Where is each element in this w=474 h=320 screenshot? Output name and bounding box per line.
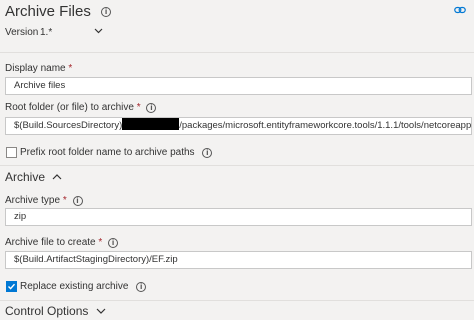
required-mark: * <box>62 195 67 206</box>
control-options-header[interactable]: Control Options <box>5 304 106 318</box>
archive-type-value: zip <box>14 211 27 222</box>
info-icon[interactable]: i <box>202 148 213 158</box>
chevron-up-icon[interactable] <box>52 173 62 181</box>
redacted-block <box>122 118 180 130</box>
archive-type-label: Archive type <box>5 195 61 206</box>
info-icon[interactable]: i <box>101 7 112 17</box>
info-icon[interactable]: i <box>72 196 83 206</box>
archive-type-label-row: Archive type * i <box>5 195 83 206</box>
archive-file-label: Archive file to create <box>5 237 96 248</box>
required-mark: * <box>68 63 73 74</box>
divider <box>0 300 474 301</box>
prefix-root-label-row: Prefix root folder name to archive paths… <box>20 147 213 158</box>
required-mark: * <box>136 102 141 113</box>
task-title: Archive Files <box>5 3 91 20</box>
replace-existing-label: Replace existing archive <box>20 281 129 292</box>
chevron-down-icon[interactable] <box>96 307 106 315</box>
task-title-row: Archive Files i <box>5 3 112 20</box>
info-icon[interactable]: i <box>146 103 157 113</box>
prefix-root-label: Prefix root folder name to archive paths <box>20 147 195 158</box>
control-options-title: Control Options <box>5 304 89 318</box>
archive-type-select[interactable]: zip <box>5 208 472 226</box>
root-folder-label-row: Root folder (or file) to archive * i <box>5 102 157 113</box>
replace-existing-label-row: Replace existing archive i <box>20 281 147 292</box>
version-value[interactable]: 1.* <box>40 27 52 38</box>
replace-existing-checkbox[interactable] <box>6 281 17 292</box>
display-name-label: Display name <box>5 63 66 74</box>
divider <box>0 52 474 53</box>
display-name-input[interactable]: Archive files <box>5 77 472 95</box>
info-icon[interactable]: i <box>136 282 147 292</box>
archive-file-value: $(Build.ArtifactStagingDirectory)/EF.zip <box>14 254 178 265</box>
info-icon[interactable]: i <box>108 238 119 248</box>
prefix-root-checkbox[interactable] <box>6 147 17 158</box>
archive-section-header[interactable]: Archive <box>5 170 62 184</box>
display-name-label-row: Display name * <box>5 63 72 74</box>
divider <box>0 165 474 166</box>
required-mark: * <box>98 237 103 248</box>
chevron-down-icon[interactable] <box>94 26 103 35</box>
link-icon[interactable] <box>454 4 466 16</box>
checkmark-icon <box>8 283 16 290</box>
version-label: Version <box>5 27 39 38</box>
archive-file-input[interactable]: $(Build.ArtifactStagingDirectory)/EF.zip <box>5 251 472 269</box>
root-folder-label: Root folder (or file) to archive <box>5 102 134 113</box>
display-name-value: Archive files <box>14 80 66 91</box>
root-folder-value-prefix: $(Build.SourcesDirectory) <box>14 120 123 131</box>
archive-file-label-row: Archive file to create * i <box>5 237 119 248</box>
archive-section-title: Archive <box>5 170 46 184</box>
root-folder-value-suffix: /packages/microsoft.entityframeworkcore.… <box>179 120 472 131</box>
root-folder-input[interactable]: $(Build.SourcesDirectory) /packages/micro… <box>5 117 472 135</box>
